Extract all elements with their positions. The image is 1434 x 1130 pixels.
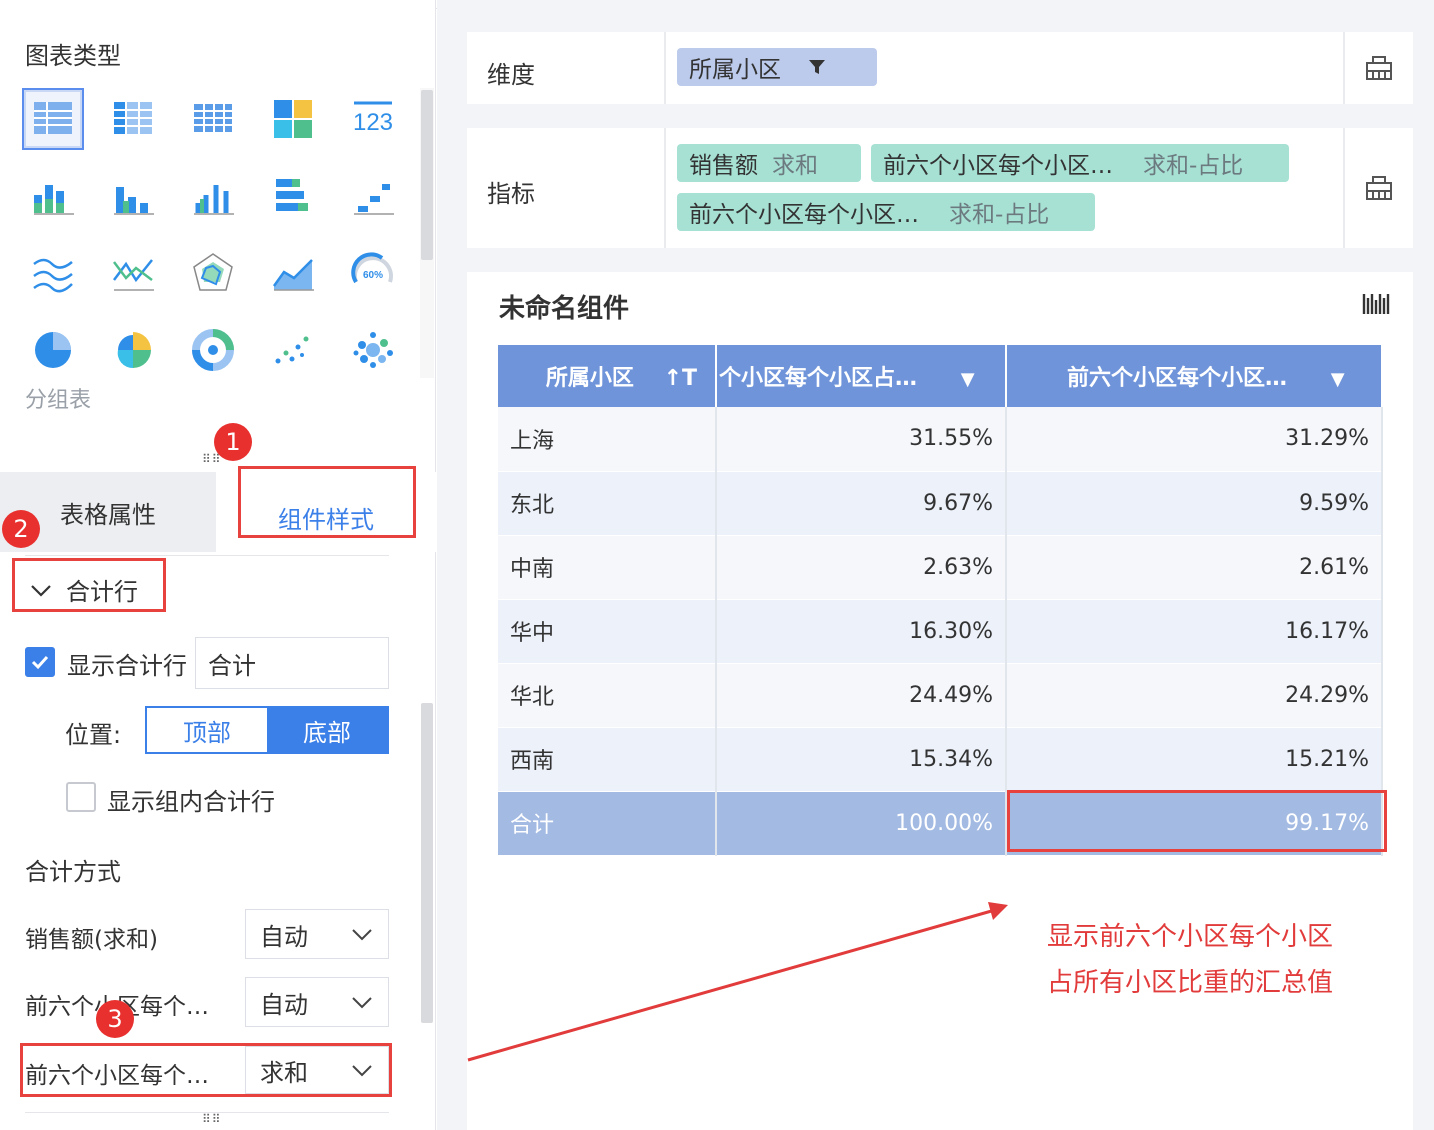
annotation-arrow <box>467 902 1008 1062</box>
